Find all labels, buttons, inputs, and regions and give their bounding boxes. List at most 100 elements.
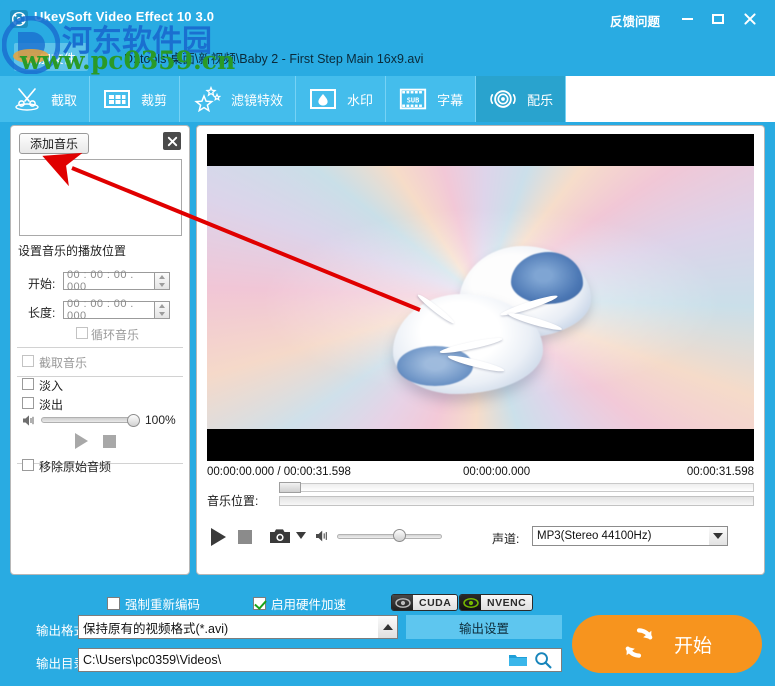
close-icon — [744, 13, 756, 25]
hw-accel-option[interactable]: 启用硬件加速 — [253, 594, 346, 613]
tab-watermark[interactable]: 水印 — [296, 76, 387, 122]
convert-refresh-icon — [622, 626, 656, 663]
start-button-label: 开始 — [673, 635, 712, 657]
hw-accel-label: 启用硬件加速 — [271, 598, 347, 612]
preview-volume-knob[interactable] — [393, 529, 406, 542]
snapshot-camera-icon[interactable] — [269, 527, 291, 545]
force-reencode-option[interactable]: 强制重新编码 — [107, 594, 200, 613]
main-body: 添加音乐 设置音乐的播放位置 开始: 00 : 00 : 00 . 000 长度… — [0, 122, 775, 580]
volume-slider-track[interactable] — [41, 417, 137, 423]
tab-subtitle[interactable]: SUB 字幕 — [386, 76, 477, 122]
music-list[interactable] — [19, 159, 182, 236]
tab-filter-effects[interactable]: 滤镜特效 — [180, 76, 297, 122]
add-file-label: 添加文件 — [26, 51, 77, 66]
loop-music-label: 循环音乐 — [91, 328, 140, 342]
minimize-button[interactable] — [674, 8, 700, 30]
snapshot-dropdown-caret-icon[interactable] — [296, 532, 306, 539]
chevron-down-icon — [713, 533, 723, 539]
panel-close-button[interactable] — [163, 132, 181, 150]
length-label: 长度: — [28, 306, 56, 320]
tab-capture[interactable]: 截取 — [0, 76, 91, 122]
seek-bar[interactable] — [279, 483, 754, 492]
tab-bar-filler — [566, 76, 775, 122]
cuda-badge-label: CUDA — [413, 595, 458, 610]
droplet-icon — [308, 86, 338, 112]
nvidia-eye-icon — [392, 595, 413, 610]
title-bar: UkeySoft Video Effect 10 3.0 反馈问题 — [0, 0, 775, 38]
music-preview-play-button[interactable] — [75, 433, 88, 449]
crop-grid-icon — [102, 86, 132, 112]
chevron-up-icon — [382, 624, 393, 630]
music-settings-panel: 添加音乐 设置音乐的播放位置 开始: 00 : 00 : 00 . 000 长度… — [10, 125, 190, 575]
length-stepper[interactable] — [155, 301, 170, 319]
speaker-icon — [315, 529, 331, 543]
capture-music-checkbox[interactable] — [22, 355, 34, 367]
tab-crop[interactable]: 裁剪 — [90, 76, 181, 122]
length-input[interactable]: 00 : 00 : 00 . 000 — [63, 298, 155, 322]
capture-music-label: 截取音乐 — [39, 356, 88, 370]
force-reencode-checkbox[interactable] — [107, 597, 120, 610]
start-time-label: 开始: — [28, 277, 56, 291]
volume-slider-knob[interactable] — [127, 414, 140, 427]
tab-bar: 截取 裁剪 滤镜特效 水印 SUB 字幕 配乐 — [0, 76, 775, 122]
nvenc-badge: NVENC — [459, 594, 534, 611]
volume-percent: 100% — [145, 413, 176, 427]
file-row: 添加文件 D:\tools\桌面\新视频\Baby 2 - First Step… — [0, 38, 775, 76]
audio-ring-icon — [488, 86, 518, 112]
feedback-link[interactable]: 反馈问题 — [610, 11, 660, 30]
seek-bar-handle[interactable] — [279, 482, 301, 493]
output-directory-input[interactable]: C:\Users\pc0359\Videos\ — [78, 648, 562, 672]
remove-original-audio-label: 移除原始音频 — [39, 460, 112, 474]
start-time-input[interactable]: 00 : 00 : 00 . 000 — [63, 269, 155, 293]
svg-text:SUB: SUB — [407, 96, 420, 104]
nvenc-badge-label: NVENC — [481, 595, 533, 610]
add-music-button[interactable]: 添加音乐 — [19, 133, 90, 154]
subtitle-film-icon: SUB — [398, 86, 428, 112]
tab-crop-label: 裁剪 — [141, 92, 168, 108]
stop-button[interactable] — [238, 530, 252, 544]
loop-music-checkbox[interactable] — [76, 327, 88, 339]
add-music-label: 添加音乐 — [30, 137, 79, 151]
hw-accel-checkbox[interactable] — [253, 597, 266, 610]
channel-select[interactable]: MP3(Stereo 44100Hz) — [532, 526, 728, 546]
preview-panel: 00:00:00.000 / 00:00:31.598 00:00:00.000… — [196, 125, 765, 575]
close-icon — [167, 136, 177, 146]
music-preview-stop-button[interactable] — [103, 435, 116, 448]
close-button[interactable] — [737, 8, 763, 30]
open-folder-icon[interactable] — [508, 652, 528, 668]
output-format-select[interactable]: 保持原有的视频格式(*.avi) — [78, 615, 398, 639]
remove-original-audio-checkbox[interactable] — [22, 459, 34, 471]
start-time-stepper[interactable] — [155, 272, 170, 290]
fade-in-checkbox[interactable] — [22, 378, 34, 390]
maximize-button[interactable] — [705, 8, 731, 30]
channel-select-caret[interactable] — [709, 526, 728, 546]
tab-watermark-label: 水印 — [347, 92, 374, 108]
start-button[interactable]: 开始 — [572, 615, 762, 673]
scissors-icon — [12, 86, 42, 112]
tab-soundtrack[interactable]: 配乐 — [476, 76, 567, 122]
playback-position-title: 设置音乐的播放位置 — [18, 244, 127, 258]
force-reencode-label: 强制重新编码 — [125, 598, 201, 612]
video-preview[interactable] — [207, 134, 754, 461]
preview-current-time: 00:00:00.000 / 00:00:31.598 — [207, 466, 351, 478]
add-file-button[interactable]: 添加文件 — [14, 43, 89, 71]
fade-out-checkbox[interactable] — [22, 397, 34, 409]
tab-subtitle-label: 字幕 — [437, 92, 464, 108]
current-file-path: D:\tools\桌面\新视频\Baby 2 - First Step Main… — [124, 52, 424, 66]
tab-soundtrack-label: 配乐 — [527, 92, 554, 108]
output-format-caret[interactable] — [378, 615, 398, 639]
channel-label: 声道: — [492, 532, 520, 546]
output-settings-button[interactable]: 输出设置 — [406, 615, 562, 639]
preview-volume-track[interactable] — [337, 534, 442, 539]
music-position-bar[interactable] — [279, 496, 754, 506]
tab-capture-label: 截取 — [51, 92, 78, 108]
app-window: UkeySoft Video Effect 10 3.0 反馈问题 添加文件 D… — [0, 0, 775, 686]
speaker-icon — [22, 414, 36, 426]
search-icon[interactable] — [534, 651, 552, 669]
nvidia-eye-icon — [460, 595, 481, 610]
play-button[interactable] — [211, 528, 226, 546]
fade-out-label: 淡出 — [39, 398, 64, 412]
divider — [17, 347, 183, 348]
app-logo-icon — [10, 10, 28, 28]
video-frame — [207, 166, 754, 429]
